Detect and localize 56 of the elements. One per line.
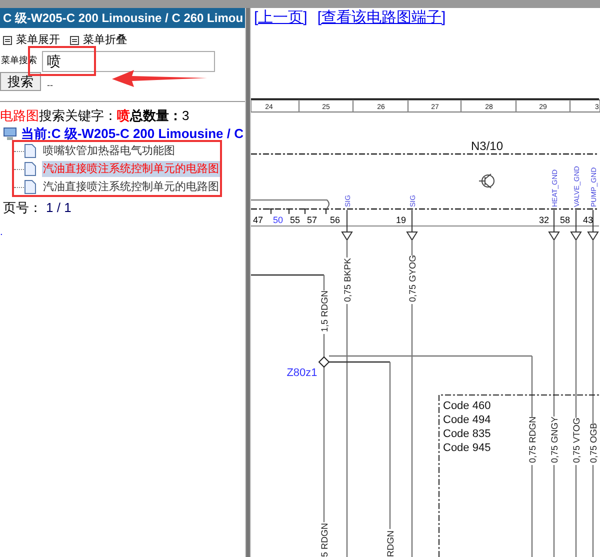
pin-marker [322, 208, 330, 214]
pin-marker [286, 208, 292, 214]
terminal-symbol [406, 210, 418, 240]
search-button[interactable]: 搜索 [0, 72, 41, 91]
terminal-symbol [342, 210, 353, 240]
dot-mark: . [0, 228, 4, 238]
document-icon [24, 162, 36, 176]
wire-label: 0,75 GYOG [408, 254, 418, 302]
component-label: N3/10 [470, 139, 504, 153]
pin-number: 32 [539, 215, 549, 225]
wire-label: 0,75 GNGY [550, 416, 560, 463]
pin-number: 47 [253, 215, 263, 225]
terminal-symbol [570, 210, 582, 240]
wire-label: 1,5 RDGN [320, 290, 330, 332]
ellipsis-text: -- [47, 79, 53, 91]
pin-number: 55 [290, 215, 300, 225]
list-icon [70, 36, 79, 44]
search-summary: 电路图搜索关键字：喷总数量：3 [0, 108, 190, 124]
wire-label: 0,75 RDGN [528, 416, 538, 463]
computer-icon [3, 127, 17, 141]
page-label: 页号： [3, 199, 42, 217]
option-code: Code 945 [443, 442, 491, 454]
wire-label: 0,75 BKPK [342, 258, 352, 302]
page-number: 1 / 1 [46, 199, 72, 217]
list-icon [3, 36, 12, 44]
splice-node [318, 356, 330, 368]
search-field[interactable]: 喷 [42, 50, 215, 72]
tree-item[interactable]: 喷嘴软管加热器电气功能图 [42, 142, 176, 160]
pin-number: 50 [273, 215, 283, 225]
panel-title: C 级-W205-C 200 Limousine / C 260 Limou [0, 8, 245, 28]
terminal-symbol [548, 210, 560, 240]
wire-label: 0,75 VTOG [572, 418, 582, 463]
wire-label: RDGN [386, 530, 396, 557]
pin-marker [268, 208, 274, 214]
pin-number: 57 [307, 215, 317, 225]
option-code: Code 835 [443, 428, 491, 440]
tree-item[interactable]: 汽油直接喷注系统控制单元的电路图 [42, 178, 220, 196]
nav-link[interactable]: [上一页] [254, 8, 308, 30]
pin-number: 43 [583, 215, 593, 225]
pin-number: 58 [560, 215, 570, 225]
document-icon [24, 144, 36, 158]
option-code: Code 494 [443, 414, 491, 426]
menu-toggle[interactable]: 菜单折叠 [70, 32, 127, 48]
wire-label: 5 RDGN [320, 522, 330, 557]
connector-label: Z80z1 [286, 367, 318, 379]
highlight-box [28, 46, 96, 76]
pin-number: 56 [330, 215, 340, 225]
wire-label: 0,75 OGB [588, 422, 598, 463]
nav-link[interactable]: [查看该电路图端子] [317, 8, 446, 30]
transistor-icon [478, 174, 494, 188]
tree-root-label[interactable]: 当前:C 级-W205-C 200 Limousine / C [21, 124, 244, 144]
option-code: Code 460 [443, 400, 491, 412]
document-icon [24, 180, 36, 194]
menu-toggle[interactable]: 菜单展开 [3, 32, 60, 48]
pin-number: 19 [396, 215, 406, 225]
pin-marker [302, 208, 308, 214]
